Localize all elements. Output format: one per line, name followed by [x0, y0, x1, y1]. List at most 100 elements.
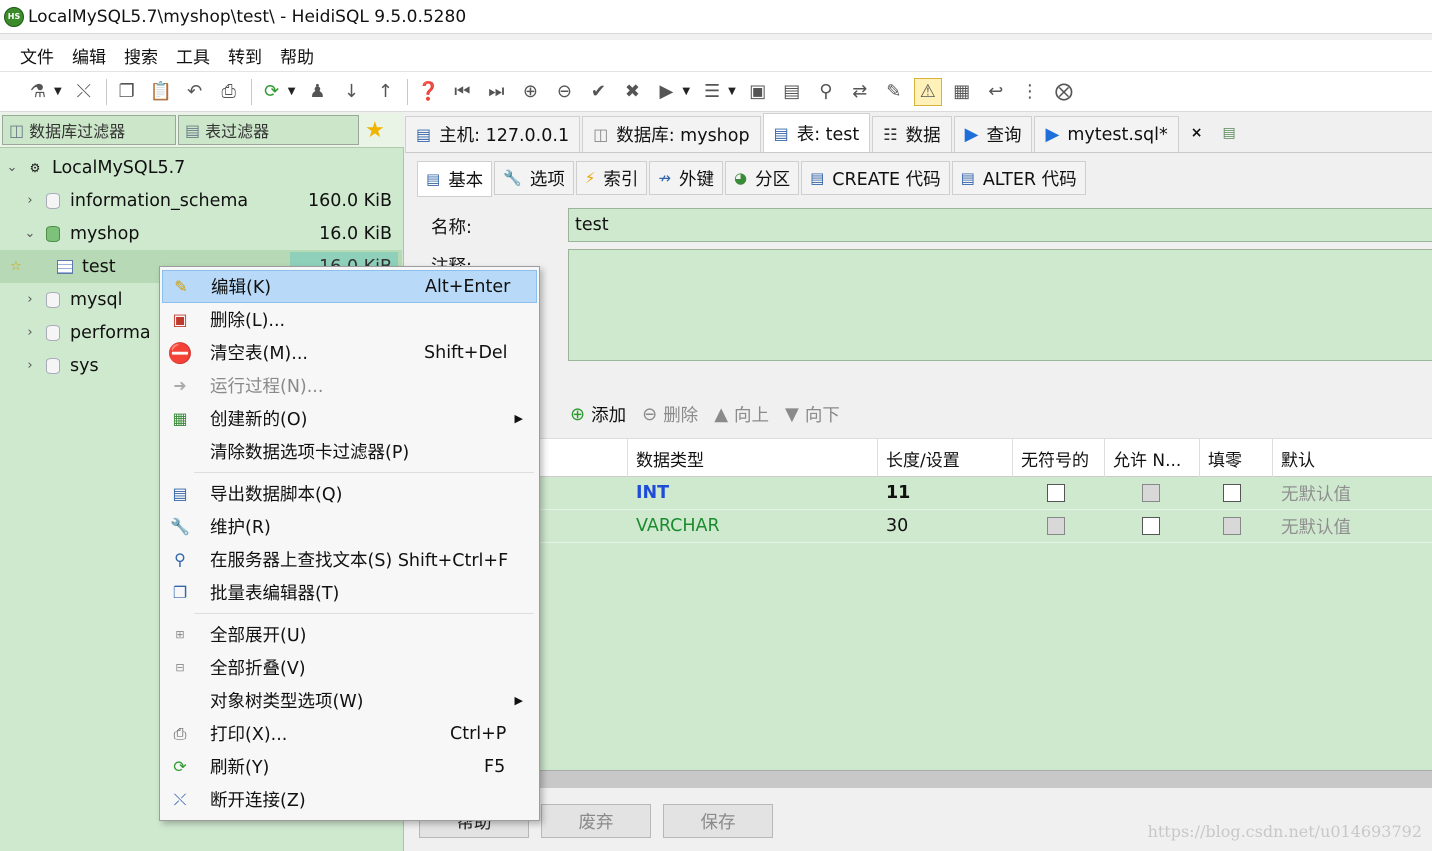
tree-server-node[interactable]: ⌄ ⚙ LocalMySQL5.7: [0, 151, 402, 184]
add-record-icon[interactable]: ⊕: [516, 78, 544, 106]
move-down-button[interactable]: ▼ 向下: [785, 402, 840, 427]
save-button[interactable]: 保存: [663, 804, 773, 838]
menu-goto[interactable]: 转到: [228, 43, 262, 68]
menu-edit[interactable]: 编辑: [72, 43, 106, 68]
run-dropdown-icon[interactable]: ▼: [682, 86, 690, 97]
cell-default[interactable]: 无默认值: [1273, 510, 1432, 543]
expand-chevron-icon[interactable]: ›: [22, 325, 38, 340]
horizontal-scrollbar[interactable]: [540, 770, 1432, 788]
replace-icon[interactable]: ⇄: [846, 78, 874, 106]
menu-item-print[interactable]: ⎙ 打印(X)... Ctrl+P: [162, 717, 537, 750]
post-icon[interactable]: ✔: [584, 78, 612, 106]
menu-item-delete[interactable]: ▣ 删除(L)...: [162, 303, 537, 336]
favorite-star-icon[interactable]: ☆: [10, 259, 26, 274]
table-row[interactable]: VARCHAR 30 无默认值: [540, 510, 1432, 543]
menu-item-refresh[interactable]: ⟳ 刷新(Y) F5: [162, 750, 537, 783]
collapse-chevron-icon[interactable]: ⌄: [4, 160, 20, 175]
menu-item-find-text[interactable]: ⚲ 在服务器上查找文本(S) Shift+Ctrl+F: [162, 543, 537, 576]
cell-data-type[interactable]: INT: [628, 477, 878, 510]
tab-data[interactable]: ☷ 数据: [872, 116, 952, 152]
run-icon[interactable]: ▶: [652, 78, 680, 106]
copy-icon[interactable]: ❐: [113, 78, 141, 106]
unsigned-checkbox[interactable]: [1047, 517, 1065, 535]
expand-chevron-icon[interactable]: ›: [22, 193, 38, 208]
favorites-star-icon[interactable]: ★: [365, 118, 385, 143]
close-tab-icon[interactable]: ×: [1191, 125, 1203, 141]
menu-item-tree-options[interactable]: 对象树类型选项(W) ▶: [162, 684, 537, 717]
print-icon[interactable]: ⎙: [215, 78, 243, 106]
stop-icon[interactable]: ⨂: [1050, 78, 1078, 106]
menu-item-disconnect[interactable]: ⤬ 断开连接(Z): [162, 783, 537, 816]
menu-tools[interactable]: 工具: [176, 43, 210, 68]
tab-create-code[interactable]: ▤ CREATE 代码: [801, 161, 950, 195]
tab-query[interactable]: ▶ 查询: [953, 116, 1033, 152]
last-record-icon[interactable]: ⏭: [482, 78, 510, 106]
tab-foreign-keys[interactable]: ↛ 外键: [649, 161, 723, 195]
header-data-type[interactable]: 数据类型: [628, 439, 878, 477]
header-zerofill[interactable]: 填零: [1200, 439, 1273, 477]
help-icon[interactable]: ❓: [414, 78, 442, 106]
cell-default[interactable]: 无默认值: [1273, 477, 1432, 510]
menu-item-collapse-all[interactable]: ⊟ 全部折叠(V): [162, 651, 537, 684]
new-query-tab-icon[interactable]: ▤: [1222, 125, 1235, 141]
tab-options[interactable]: 🔧 选项: [494, 161, 574, 195]
warning-icon[interactable]: ⚠: [913, 77, 942, 106]
collapse-chevron-icon[interactable]: ⌄: [22, 226, 38, 241]
menu-item-bulk-editor[interactable]: ❐ 批量表编辑器(T): [162, 576, 537, 609]
expand-chevron-icon[interactable]: ›: [22, 358, 38, 373]
menu-search[interactable]: 搜索: [124, 43, 158, 68]
unsigned-checkbox[interactable]: [1047, 484, 1065, 502]
header-default[interactable]: 默认: [1273, 439, 1432, 477]
wrap-icon[interactable]: ↩: [982, 78, 1010, 106]
cancel-icon[interactable]: ✖: [618, 78, 646, 106]
session-manager-icon[interactable]: ⚗: [24, 78, 52, 106]
move-up-button[interactable]: ▲ 向上: [714, 402, 769, 427]
menu-file[interactable]: 文件: [20, 43, 54, 68]
menu-item-expand-all[interactable]: ⊞ 全部展开(U): [162, 618, 537, 651]
user-manager-icon[interactable]: ♟: [303, 78, 331, 106]
save-as-icon[interactable]: ▤: [778, 78, 806, 106]
find-icon[interactable]: ⚲: [812, 78, 840, 106]
cell-data-type[interactable]: VARCHAR: [628, 510, 878, 543]
paste-icon[interactable]: 📋: [147, 78, 175, 106]
discard-button[interactable]: 废弃: [541, 804, 651, 838]
menu-item-empty-table[interactable]: ⛔ 清空表(M)... Shift+Del: [162, 336, 537, 369]
undo-icon[interactable]: ↶: [181, 78, 209, 106]
first-record-icon[interactable]: ⏮: [448, 78, 476, 106]
header-length[interactable]: 长度/设置: [878, 439, 1013, 477]
tab-database[interactable]: ◫ 数据库: myshop: [582, 116, 761, 152]
export-icon[interactable]: ↑: [371, 78, 399, 106]
explain-dropdown-icon[interactable]: ▼: [728, 86, 736, 97]
menu-item-clear-filters[interactable]: 清除数据选项卡过滤器(P): [162, 435, 537, 468]
expand-chevron-icon[interactable]: ›: [22, 292, 38, 307]
menu-item-maintenance[interactable]: 🔧 维护(R): [162, 510, 537, 543]
edit-sql-icon[interactable]: ✎: [880, 78, 908, 106]
remove-column-button[interactable]: ⊖ 删除: [642, 402, 698, 427]
header-allow-null[interactable]: 允许 N...: [1105, 439, 1200, 477]
table-row[interactable]: INT 11 无默认值: [540, 477, 1432, 510]
tree-db-information-schema[interactable]: › information_schema 160.0 KiB: [0, 184, 402, 217]
semicolon-icon[interactable]: ⋮: [1016, 78, 1044, 106]
table-filter-input[interactable]: ▤ 表过滤器: [178, 115, 359, 145]
tab-query-file[interactable]: ▶ mytest.sql*: [1034, 116, 1179, 152]
zerofill-checkbox[interactable]: [1223, 484, 1241, 502]
table-name-input[interactable]: test: [568, 208, 1432, 242]
table-comment-input[interactable]: [568, 249, 1432, 361]
save-icon[interactable]: ▣: [744, 78, 772, 106]
allow-null-checkbox[interactable]: [1142, 517, 1160, 535]
allow-null-checkbox[interactable]: [1142, 484, 1160, 502]
menu-item-create-new[interactable]: ▦ 创建新的(O) ▶: [162, 402, 537, 435]
menu-help[interactable]: 帮助: [280, 43, 314, 68]
disconnect-icon[interactable]: ⤬: [70, 78, 98, 106]
database-filter-input[interactable]: ◫ 数据库过滤器: [2, 115, 176, 145]
tab-table[interactable]: ▤ 表: test: [762, 113, 871, 152]
session-dropdown-icon[interactable]: ▼: [54, 86, 62, 97]
menu-item-edit[interactable]: ✎ 编辑(K) Alt+Enter: [162, 270, 537, 303]
import-icon[interactable]: ↓: [337, 78, 365, 106]
refresh-dropdown-icon[interactable]: ▼: [288, 86, 296, 97]
header-unsigned[interactable]: 无符号的: [1013, 439, 1105, 477]
tab-alter-code[interactable]: ▤ ALTER 代码: [951, 161, 1086, 195]
refresh-icon[interactable]: ⟳: [258, 78, 286, 106]
delete-record-icon[interactable]: ⊖: [550, 78, 578, 106]
explain-icon[interactable]: ☰: [698, 78, 726, 106]
